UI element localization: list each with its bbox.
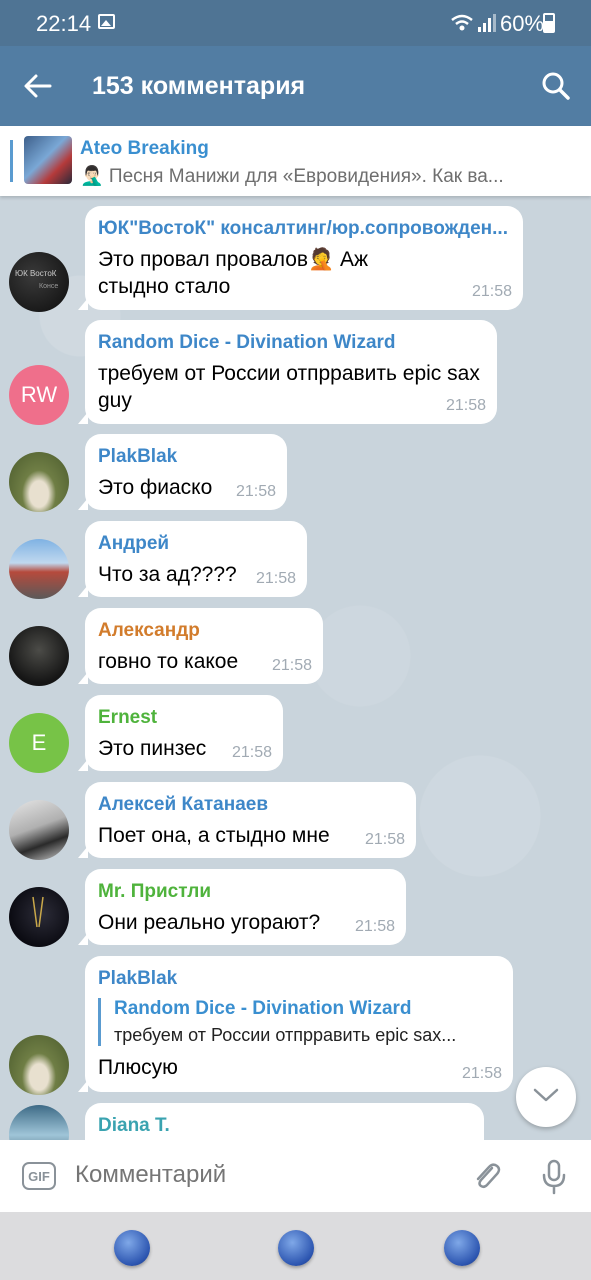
avatar[interactable]: RW — [9, 365, 69, 425]
message-bubble[interactable]: ЮК"ВостоК" консалтинг/юр.сопровожден... … — [78, 206, 523, 310]
message-time: 21:58 — [354, 918, 395, 935]
message-time: 21:58 — [461, 1065, 502, 1082]
avatar[interactable] — [9, 800, 69, 860]
message-text: Плюсую — [98, 1056, 178, 1079]
message-bubble[interactable]: Андрей Что за ад???? 21:58 — [78, 521, 307, 597]
pinned-preview-text: 🤦🏻‍♂️ Песня Манижи для «Евровидения». Ка… — [80, 166, 504, 187]
wifi-signal-icon — [450, 13, 496, 38]
reply-text: требуем от России отпрравить epic sax... — [114, 1025, 457, 1045]
message-author[interactable]: Андрей — [98, 533, 293, 555]
pinned-post[interactable]: Ateo Breaking 🤦🏻‍♂️ Песня Манижи для «Ев… — [0, 126, 591, 196]
message-text: Это провал провалов🤦 Аж стыдно стало — [98, 248, 369, 298]
back-arrow-icon[interactable] — [22, 70, 54, 107]
message-time: 21:58 — [255, 570, 296, 587]
gallery-notification-icon — [98, 14, 115, 29]
scroll-down-button[interactable] — [516, 1067, 576, 1127]
message-author[interactable]: PlakBlak — [98, 968, 499, 990]
status-bar: 22:14 60% — [0, 0, 591, 46]
message-time: 21:58 — [235, 483, 276, 500]
message-time: 21:58 — [231, 744, 272, 761]
comment-composer: GIF — [0, 1140, 591, 1212]
pinned-channel-name: Ateo Breaking — [80, 138, 209, 159]
message-bubble[interactable]: PlakBlak Random Dice - Divination Wizard… — [78, 956, 513, 1092]
battery-percent: 60% — [500, 11, 545, 36]
message-author[interactable]: Mr. Пристли — [98, 881, 392, 903]
message-text: Они реально угорают? — [98, 911, 321, 934]
message-bubble[interactable]: Алексей Катанаев Поет она, а стыдно мне … — [78, 782, 416, 858]
reply-author: Random Dice - Divination Wizard — [114, 998, 412, 1019]
message-author[interactable]: Diana T. — [98, 1115, 470, 1137]
chevron-down-icon — [532, 1086, 560, 1109]
attach-paperclip-icon[interactable] — [470, 1159, 504, 1198]
message-time: 21:58 — [364, 831, 405, 848]
home-button[interactable] — [278, 1230, 314, 1266]
message-author[interactable]: Ernest — [98, 707, 269, 729]
message-bubble[interactable]: PlakBlak Это фиаско 21:58 — [78, 434, 287, 510]
message-author[interactable]: PlakBlak — [98, 446, 273, 468]
message-author[interactable]: Александр — [98, 620, 309, 642]
message-time: 21:58 — [445, 397, 486, 414]
comment-input[interactable] — [75, 1161, 445, 1189]
gif-button[interactable]: GIF — [22, 1162, 56, 1190]
back-button[interactable] — [444, 1230, 480, 1266]
message-bubble[interactable]: Ernest Это пинзес 21:58 — [78, 695, 283, 771]
page-title: 153 комментария — [92, 72, 306, 100]
battery-icon — [543, 13, 555, 33]
message-text: требуем от России отпрравить epic sax gu… — [98, 362, 480, 412]
avatar[interactable]: ЮК ВостоК Консе — [9, 252, 69, 312]
avatar[interactable] — [9, 452, 69, 512]
message-bubble[interactable]: Александр говно то какое 21:58 — [78, 608, 323, 684]
message-text: Поет она, а стыдно мне — [98, 824, 330, 847]
message-bubble[interactable]: Diana T. — [85, 1103, 484, 1140]
pinned-thumbnail — [24, 136, 72, 184]
message-bubble[interactable]: Mr. Пристли Они реально угорают? 21:58 — [78, 869, 406, 945]
avatar[interactable] — [9, 1105, 69, 1140]
pinned-accent-bar — [10, 140, 13, 182]
status-time: 22:14 — [36, 11, 92, 36]
svg-text:ЮК ВостоК: ЮК ВостоК — [15, 269, 57, 278]
message-author[interactable]: Алексей Катанаев — [98, 794, 402, 816]
message-bubble[interactable]: Random Dice - Divination Wizard требуем … — [78, 320, 497, 424]
message-time: 21:58 — [271, 657, 312, 674]
message-author[interactable]: ЮК"ВостоК" консалтинг/юр.сопровожден... — [98, 218, 509, 240]
avatar[interactable] — [9, 626, 69, 686]
message-author[interactable]: Random Dice - Divination Wizard — [98, 332, 483, 354]
recent-apps-button[interactable] — [114, 1230, 150, 1266]
search-icon[interactable] — [540, 70, 572, 107]
svg-text:Консе: Консе — [39, 283, 58, 290]
avatar[interactable]: E — [9, 713, 69, 773]
comments-list[interactable]: ЮК ВостоК Консе ЮК"ВостоК" консалтинг/юр.… — [0, 196, 591, 1140]
avatar[interactable] — [9, 887, 69, 947]
avatar[interactable] — [9, 1035, 69, 1095]
app-bar: 153 комментария — [0, 46, 591, 126]
reply-quote[interactable]: Random Dice - Divination Wizard требуем … — [98, 998, 499, 1046]
avatar[interactable] — [9, 539, 69, 599]
microphone-icon[interactable] — [540, 1159, 568, 1200]
system-navigation-bar — [0, 1212, 591, 1280]
message-time: 21:58 — [471, 283, 512, 300]
